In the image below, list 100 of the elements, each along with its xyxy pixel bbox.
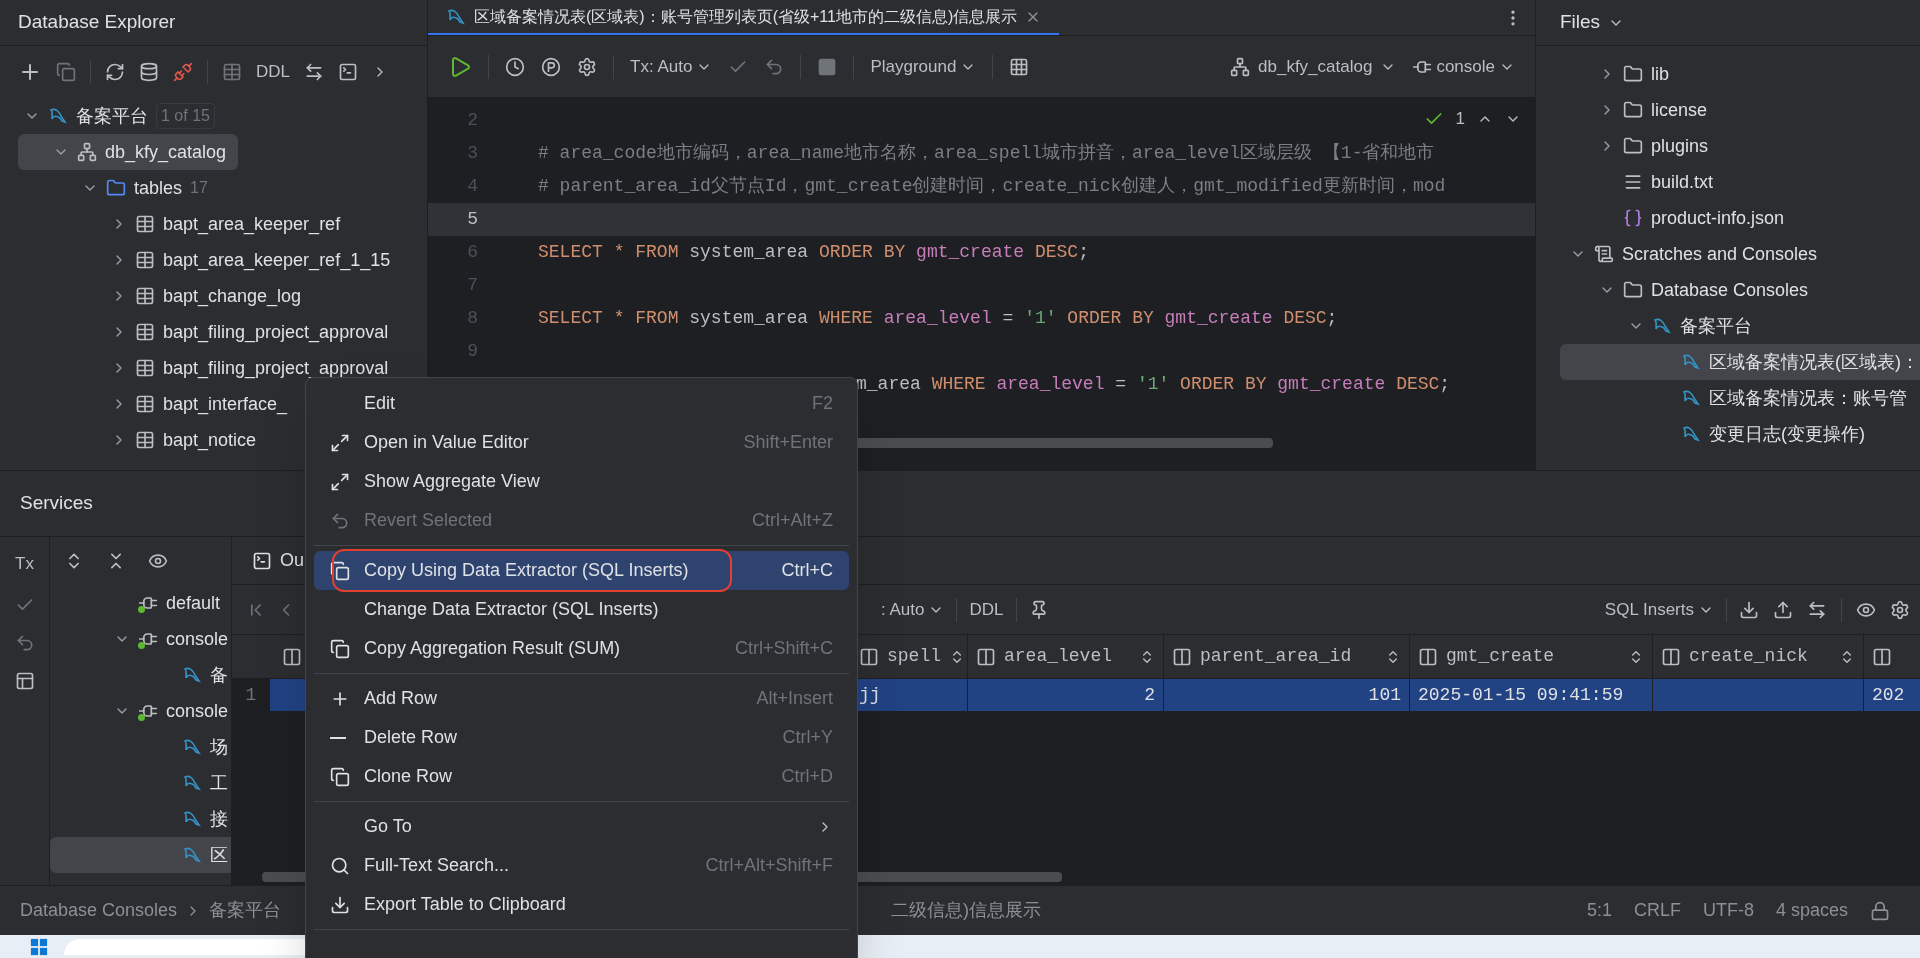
tree-item[interactable]: Scratches and Consoles — [1560, 236, 1830, 272]
extractor-dropdown[interactable]: SQL Inserts — [1604, 596, 1714, 623]
stop-icon[interactable] — [817, 56, 838, 77]
column-header[interactable]: area_level — [967, 635, 1163, 678]
disconnect-icon[interactable] — [173, 62, 193, 82]
tree-item[interactable]: 工 — [50, 765, 231, 801]
tree-item[interactable]: console — [50, 693, 231, 729]
status-item[interactable]: UTF-8 — [1702, 897, 1754, 924]
menu-item[interactable]: Export Table to Clipboard — [314, 885, 849, 924]
dolphin-icon — [182, 665, 202, 685]
schema-dropdown[interactable]: db_kfy_catalog — [1230, 53, 1397, 80]
tree-item[interactable]: plugins — [1560, 128, 1721, 164]
tree-item[interactable]: console — [50, 621, 231, 657]
settings-icon[interactable] — [1890, 599, 1910, 620]
ddl-button[interactable]: DDL — [969, 596, 1004, 623]
upload-icon[interactable] — [1773, 599, 1793, 620]
breadcrumb[interactable]: 备案平台 — [209, 897, 282, 924]
compare-icon[interactable] — [304, 62, 324, 82]
search-icon — [330, 855, 350, 876]
status-item[interactable]: 5:1 — [1586, 897, 1612, 924]
parameters-icon[interactable] — [541, 56, 561, 77]
tree-item[interactable]: bapt_change_log — [18, 278, 314, 314]
menu-item[interactable]: Clone Row Ctrl+D — [314, 757, 849, 796]
refresh-icon[interactable] — [105, 62, 125, 82]
menu-item[interactable]: Edit F2 — [314, 384, 849, 423]
code-line: SELECT * FROM system_area WHERE area_level = '1' ORDER BY gmt_create DESC; — [538, 307, 1338, 330]
tree-item[interactable]: 备案平台 — [1560, 308, 1764, 344]
menu-item[interactable]: Change Data Extractor (SQL Inserts) — [314, 590, 849, 629]
menu-item[interactable]: Copy Using Data Extractor (SQL Inserts) Ctrl+C — [314, 551, 849, 590]
menu-item[interactable]: Go To — [314, 807, 849, 846]
tree-item[interactable]: bapt_area_keeper_ref_1_15 — [18, 242, 403, 278]
status-item[interactable]: 4 spaces — [1775, 897, 1848, 924]
layout-icon[interactable] — [14, 670, 35, 691]
tree-item[interactable]: Database Consoles — [1560, 272, 1821, 308]
column-header[interactable]: create_nick — [1652, 635, 1863, 678]
transaction-dropdown[interactable]: : Auto — [881, 596, 945, 623]
tree-item[interactable]: bapt_notice — [18, 422, 269, 458]
tree-item[interactable]: 备 — [50, 657, 231, 693]
tree-item[interactable]: db_kfy_catalog — [18, 134, 239, 170]
dolphin-icon — [1681, 424, 1701, 444]
tree-item[interactable]: bapt_interface_ — [18, 386, 300, 422]
breadcrumb[interactable]: 二级信息)信息展示 — [891, 897, 1042, 924]
database-settings-icon[interactable] — [139, 62, 159, 82]
table-cell-text: 2025-01-15 09:41:59 — [1418, 683, 1624, 707]
menu-item[interactable]: Full-Text Search... Ctrl+Alt+Shift+F — [314, 846, 849, 885]
tree-item[interactable]: license — [1560, 92, 1720, 128]
windows-icon[interactable] — [30, 937, 48, 956]
ddl-button[interactable]: DDL — [256, 59, 290, 85]
tree-item[interactable]: 备案平台 1 of 15 — [18, 98, 227, 134]
session-dropdown[interactable]: console — [1412, 53, 1515, 80]
line-number: 5 — [467, 209, 478, 229]
column-icon — [976, 646, 996, 667]
dolphin-icon — [182, 737, 202, 757]
compare-icon[interactable] — [1807, 599, 1827, 620]
output-tab[interactable]: Ou — [252, 547, 304, 574]
tree-item[interactable]: 区 — [50, 837, 231, 873]
menu-item[interactable]: Copy Aggregation Result (SUM) Ctrl+Shift+C — [314, 629, 849, 668]
history-icon[interactable] — [505, 56, 525, 77]
tree-item[interactable]: 区域备案情况表：账号管 — [1560, 380, 1919, 416]
tree-item[interactable]: bapt_area_keeper_ref — [18, 206, 353, 242]
menu-item[interactable]: Show Aggregate View — [314, 462, 849, 501]
tree-item[interactable]: bapt_filing_project_approval — [18, 350, 401, 386]
column-header[interactable]: parent_area_id — [1163, 635, 1409, 678]
rollback-icon[interactable] — [14, 632, 35, 653]
eye-icon[interactable] — [148, 551, 168, 571]
column-icon — [1872, 646, 1892, 667]
column-icon — [859, 646, 879, 667]
breadcrumb[interactable]: Database Consoles — [20, 897, 178, 924]
mode-dropdown[interactable]: Playground — [870, 53, 977, 80]
folder-icon — [1623, 64, 1643, 84]
tree-item[interactable]: 变更日志(变更操作) — [1560, 416, 1877, 452]
panel-title: Database Explorer — [18, 10, 176, 35]
status-item[interactable]: CRLF — [1633, 897, 1681, 924]
menu-item[interactable]: Delete Row Ctrl+Y — [314, 718, 849, 757]
code-line: # area_code地市编码，area_name地市名称，area_spell城市拼音，area_level区域层级 【1-省和地市 — [538, 142, 1435, 165]
table-icon[interactable] — [222, 62, 242, 82]
tree-item[interactable]: 区域备案情况表(区域表)： — [1560, 344, 1920, 380]
table-icon — [135, 286, 155, 306]
tree-item[interactable]: 接 — [50, 801, 231, 837]
tree-item[interactable]: tables 17 — [18, 170, 220, 206]
tree-item[interactable]: default — [50, 585, 231, 621]
lock-icon[interactable] — [1870, 900, 1890, 921]
tree-item[interactable]: lib — [1560, 56, 1681, 92]
table-grid-icon[interactable] — [1009, 56, 1030, 77]
download-icon[interactable] — [1739, 599, 1759, 620]
tree-item[interactable]: product-info.json — [1560, 200, 1797, 236]
transaction-dropdown[interactable]: Tx: Auto — [630, 53, 713, 80]
copy-icon[interactable] — [56, 62, 76, 82]
menu-item[interactable]: Open in Value Editor Shift+Enter — [314, 423, 849, 462]
console-icon[interactable] — [338, 62, 358, 82]
table-icon — [135, 214, 155, 234]
tree-item[interactable]: 场 — [50, 729, 231, 765]
column-header[interactable]: gmt_create — [1409, 635, 1652, 678]
transaction-button[interactable]: Tx — [15, 551, 34, 577]
tree-item[interactable]: bapt_filing_project_approval — [18, 314, 401, 350]
expand-icon — [330, 432, 350, 453]
scratches-icon — [1594, 244, 1614, 264]
copy-icon — [330, 638, 350, 659]
settings-icon[interactable] — [577, 56, 597, 77]
tree-item[interactable]: build.txt — [1560, 164, 1726, 200]
